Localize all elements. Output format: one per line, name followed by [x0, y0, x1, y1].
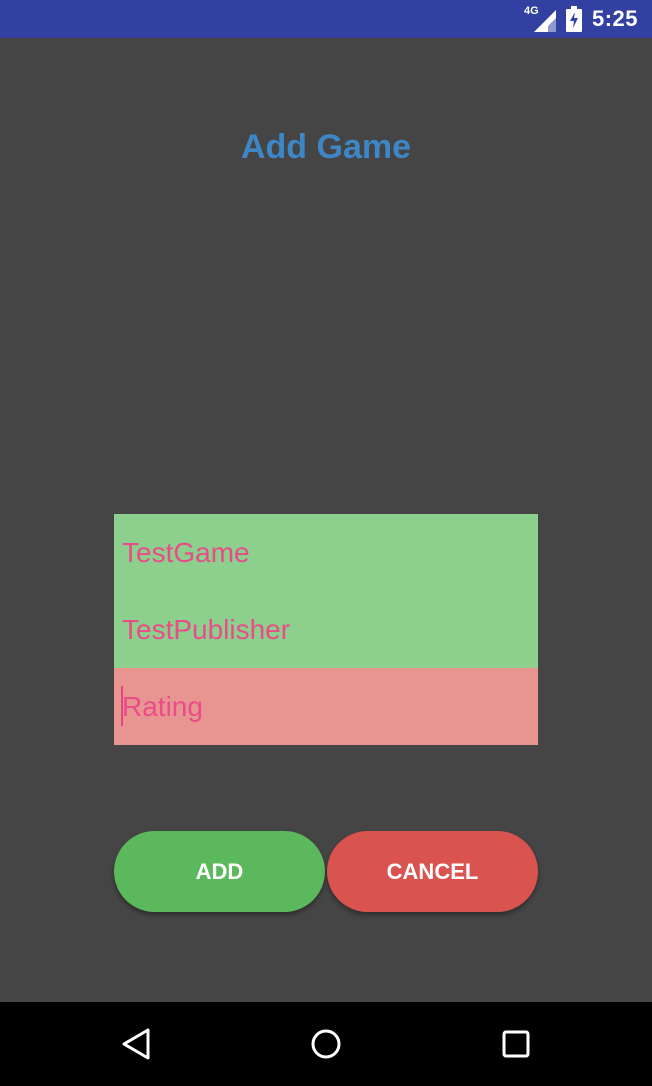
add-button[interactable]: ADD	[114, 831, 325, 912]
signal-icon	[533, 10, 556, 32]
back-button[interactable]	[116, 1024, 156, 1064]
publisher-field[interactable]: TestPublisher	[114, 591, 538, 668]
network-indicator: 4G	[524, 5, 556, 32]
rating-field[interactable]: Rating	[114, 668, 538, 745]
cancel-button[interactable]: CANCEL	[327, 831, 538, 912]
navigation-bar	[0, 1002, 652, 1086]
battery-charging-icon	[565, 6, 582, 32]
back-icon	[122, 1028, 150, 1060]
status-bar: 4G 5:25	[0, 0, 652, 38]
game-name-field[interactable]: TestGame	[114, 514, 538, 591]
home-icon	[311, 1029, 341, 1059]
recents-button[interactable]	[496, 1024, 536, 1064]
clock: 5:25	[591, 6, 638, 31]
home-button[interactable]	[306, 1024, 346, 1064]
page-title: Add Game	[240, 128, 412, 166]
text-cursor	[121, 686, 123, 726]
add-game-form: TestGame TestPublisher Rating	[114, 514, 538, 745]
status-icons: 4G 5:25	[524, 0, 638, 38]
recents-icon	[502, 1030, 530, 1058]
